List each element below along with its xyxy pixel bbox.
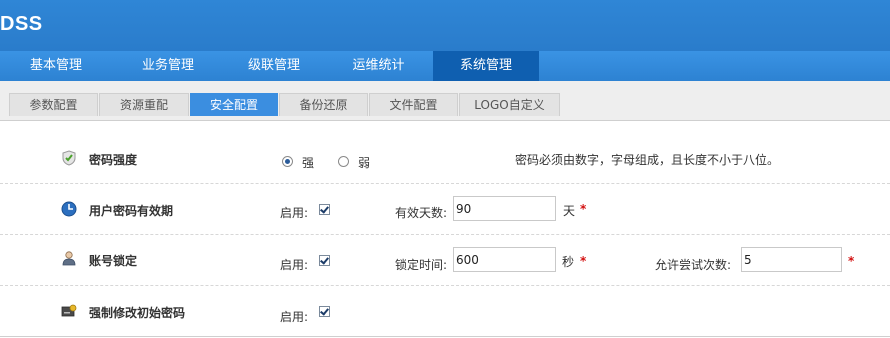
expiry-days-input[interactable] xyxy=(453,196,556,221)
tab-security[interactable]: 安全配置 xyxy=(190,93,278,116)
lock-time-unit: 秒 xyxy=(562,255,575,269)
force-change-title: 强制修改初始密码 xyxy=(89,306,186,320)
tab-params[interactable]: 参数配置 xyxy=(9,93,98,116)
security-config-panel: 密码强度 强 弱 密码必须由数字，字母组成，且长度不小于八位。 用户密码有效期 … xyxy=(0,121,890,338)
expiry-days-label: 有效天数: xyxy=(395,206,448,220)
tab-file-config[interactable]: 文件配置 xyxy=(369,93,458,116)
expiry-enable-label: 启用: xyxy=(280,206,309,220)
tab-resource[interactable]: 资源重配 xyxy=(99,93,189,116)
lock-enable-label: 启用: xyxy=(280,258,309,272)
shield-check-icon xyxy=(61,150,77,166)
lock-time-label: 锁定时间: xyxy=(395,258,448,272)
strength-strong-label: 强 xyxy=(302,156,315,170)
row-password-strength: 密码强度 强 弱 密码必须由数字，字母组成，且长度不小于八位。 xyxy=(0,133,890,184)
password-strength-title: 密码强度 xyxy=(89,153,138,167)
nav-item-system[interactable]: 系统管理 xyxy=(433,51,539,81)
row-account-lock: 账号锁定 启用: 锁定时间: 秒 * 允许尝试次数: * xyxy=(0,235,890,286)
attempts-input[interactable] xyxy=(741,247,842,272)
strength-weak-radio[interactable] xyxy=(338,156,349,167)
nav-item-ops-stats[interactable]: 运维统计 xyxy=(324,51,433,81)
attempts-label: 允许尝试次数: xyxy=(655,258,732,272)
force-enable-checkbox[interactable] xyxy=(319,306,330,317)
required-mark: * xyxy=(580,254,587,268)
main-nav: 基本管理 业务管理 级联管理 运维统计 系统管理 xyxy=(0,51,890,81)
lock-enable-checkbox[interactable] xyxy=(319,255,330,266)
password-expiry-title: 用户密码有效期 xyxy=(89,204,174,218)
row-force-change: 强制修改初始密码 启用: xyxy=(0,286,890,337)
lock-time-input[interactable] xyxy=(453,247,556,272)
row-password-expiry: 用户密码有效期 启用: 有效天数: 天 * xyxy=(0,184,890,235)
required-mark: * xyxy=(580,202,587,216)
app-logo: DSS xyxy=(0,13,43,35)
globe-clock-icon xyxy=(61,201,77,217)
nav-item-cascade[interactable]: 级联管理 xyxy=(224,51,324,81)
nav-item-basic[interactable]: 基本管理 xyxy=(0,51,112,81)
password-rule-hint: 密码必须由数字，字母组成，且长度不小于八位。 xyxy=(515,153,780,167)
app-header: DSS xyxy=(0,0,890,51)
expiry-enable-checkbox[interactable] xyxy=(319,204,330,215)
tab-logo[interactable]: LOGO自定义 xyxy=(459,93,560,116)
sub-nav: 参数配置 资源重配 安全配置 备份还原 文件配置 LOGO自定义 xyxy=(0,81,890,121)
strength-weak-label: 弱 xyxy=(358,156,371,170)
key-card-icon xyxy=(61,303,77,319)
tab-backup[interactable]: 备份还原 xyxy=(279,93,368,116)
account-lock-title: 账号锁定 xyxy=(89,254,138,268)
force-enable-label: 启用: xyxy=(280,310,309,324)
nav-item-business[interactable]: 业务管理 xyxy=(112,51,224,81)
strength-strong-radio[interactable] xyxy=(282,156,293,167)
user-icon xyxy=(61,250,77,266)
expiry-days-unit: 天 xyxy=(563,204,576,218)
required-mark: * xyxy=(848,254,855,268)
